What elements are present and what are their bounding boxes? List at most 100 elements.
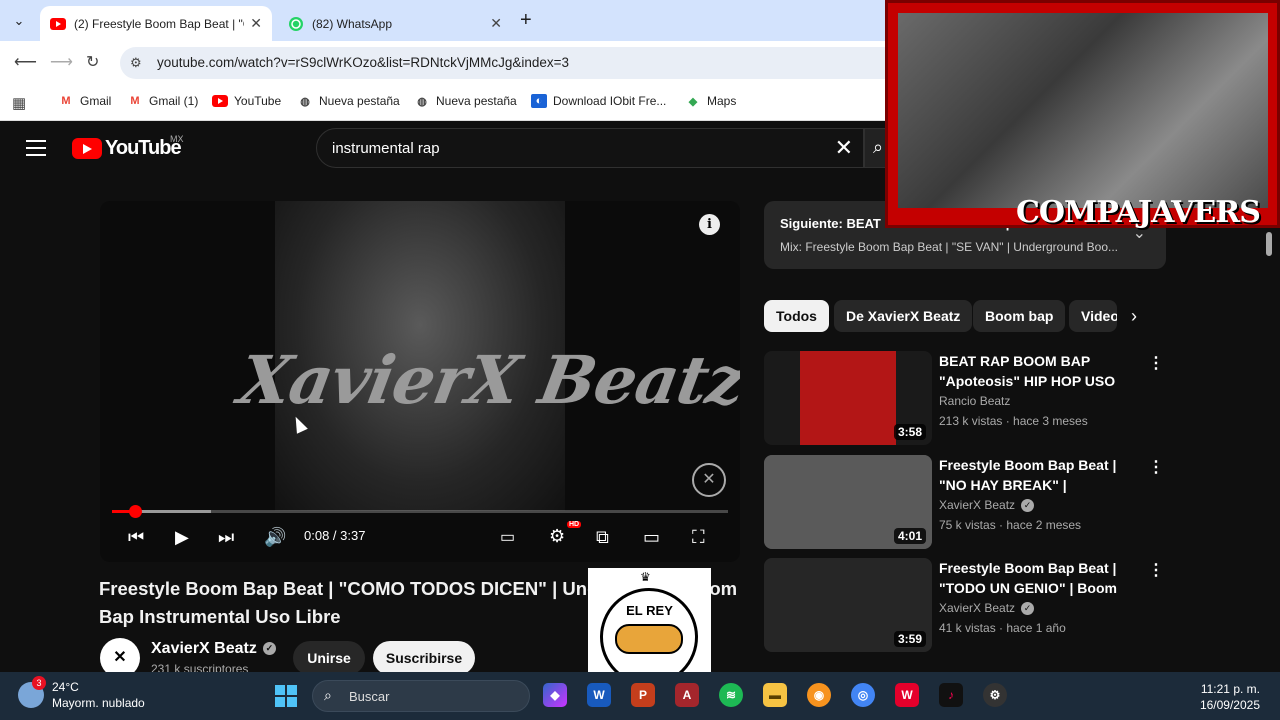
recommendation-meta: 75 k vistas · hace 2 meses: [939, 518, 1082, 532]
weather-widget[interactable]: 3 24°C Mayorm. nublado: [18, 676, 145, 710]
windows-start-icon[interactable]: [275, 685, 297, 707]
bookmark-nueva-pestana-2[interactable]: ◍ Nueva pestaña: [414, 94, 517, 108]
video-brand-text: XavierX Beatz: [233, 341, 740, 419]
browser-icon[interactable]: ◉: [807, 683, 831, 707]
whatsapp-icon: [288, 16, 304, 32]
file-explorer-icon[interactable]: ▬: [763, 683, 787, 707]
forward-icon[interactable]: ⟶: [50, 52, 73, 72]
bookmark-maps[interactable]: ◆ Maps: [685, 94, 737, 108]
app-icon[interactable]: ⚙: [983, 683, 1007, 707]
verified-icon: ✓: [262, 642, 276, 656]
taskbar-search[interactable]: ⌕ Buscar: [312, 680, 530, 712]
bookmark-iobit[interactable]: ◐ Download IObit Fre...: [531, 94, 666, 108]
channel-name[interactable]: XavierX Beatz ✓: [151, 640, 276, 658]
duration-badge: 3:58: [893, 424, 926, 440]
recommendation-channel: Rancio Beatz: [939, 394, 1011, 408]
site-info-icon[interactable]: ⚙: [130, 55, 142, 71]
powerpoint-icon[interactable]: P: [631, 683, 655, 707]
join-button[interactable]: Unirse: [293, 641, 365, 675]
sponsor-name: EL REY: [626, 603, 673, 618]
duration-badge: 3:59: [893, 631, 926, 647]
tab-youtube[interactable]: (2) Freestyle Boom Bap Beat | "C ✕: [40, 6, 272, 41]
chip-de-xavierx[interactable]: De XavierX Beatz: [834, 300, 973, 332]
reload-icon[interactable]: ↻: [86, 52, 99, 72]
recommendation-item[interactable]: 3:58 BEAT RAP BOOM BAP "Apoteosis" HIP H…: [764, 351, 1166, 447]
search-input[interactable]: instrumental rap ✕: [316, 128, 864, 168]
country-code: MX: [170, 134, 184, 144]
clear-search-icon[interactable]: ✕: [835, 135, 853, 161]
windows-taskbar: 3 24°C Mayorm. nublado ⌕ Buscar ◆ W P A …: [0, 672, 1280, 720]
more-options-icon[interactable]: ⋮: [1148, 560, 1164, 580]
video-thumbnail[interactable]: 3:59: [764, 558, 932, 652]
next-up-mix: Mix: Freestyle Boom Bap Beat | "SE VAN" …: [780, 240, 1119, 254]
url-field[interactable]: ⚙ youtube.com/watch?v=rS9clWrKOzo&list=R…: [120, 47, 900, 79]
progress-bar[interactable]: [112, 505, 728, 518]
taskbar-search-placeholder: Buscar: [349, 689, 390, 704]
theater-mode-icon[interactable]: ▭: [643, 527, 660, 548]
next-icon[interactable]: ⏭: [218, 527, 234, 548]
video-thumbnail[interactable]: 3:58: [764, 351, 932, 445]
channel-watermark[interactable]: ✕: [692, 463, 726, 497]
iobit-icon: ◐: [531, 94, 547, 108]
tab-title: (2) Freestyle Boom Bap Beat | "C: [74, 16, 245, 31]
close-tab-icon[interactable]: ✕: [490, 15, 502, 32]
previous-icon[interactable]: ⏮: [128, 527, 144, 548]
notification-badge: 3: [32, 676, 46, 690]
bookmark-nueva-pestana[interactable]: ◍ Nueva pestaña: [297, 94, 400, 108]
verified-icon: ✓: [1021, 602, 1035, 616]
recommendation-title: Freestyle Boom Bap Beat | "TODO UN GENIO…: [939, 560, 1117, 596]
subtitles-icon[interactable]: ▭: [500, 527, 515, 547]
tab-title: (82) WhatsApp: [312, 16, 393, 31]
settings-icon[interactable]: ⚙: [549, 526, 565, 547]
miniplayer-icon[interactable]: ⧉: [596, 527, 609, 548]
fullscreen-icon[interactable]: ⛶: [692, 527, 705, 548]
weather-desc: Mayorm. nublado: [52, 696, 145, 710]
chip-boom-bap[interactable]: Boom bap: [973, 300, 1066, 332]
bookmark-gmail[interactable]: M Gmail: [58, 94, 111, 108]
recommendation-item[interactable]: 4:01 Freestyle Boom Bap Beat | "NO HAY B…: [764, 455, 1166, 551]
info-icon[interactable]: i: [699, 214, 720, 235]
search-icon: ⌕: [324, 687, 332, 703]
video-player[interactable]: XavierX Beatz i ✕ ⏮ ▶ ⏭ 🔊 0:08 / 3:37 ▭ …: [100, 201, 740, 562]
close-tab-icon[interactable]: ✕: [250, 15, 262, 32]
more-options-icon[interactable]: ⋮: [1148, 457, 1164, 477]
scrollbar[interactable]: [1266, 232, 1272, 256]
new-tab-icon[interactable]: +: [520, 9, 532, 32]
youtube-play-icon: [72, 138, 102, 159]
hd-badge: HD: [567, 521, 582, 528]
globe-icon: ◍: [417, 95, 427, 108]
chip-todos[interactable]: Todos: [764, 300, 829, 332]
youtube-logo[interactable]: YouTube MX: [72, 134, 184, 160]
spotify-icon[interactable]: ≋: [719, 683, 743, 707]
chrome-icon[interactable]: ◎: [851, 683, 875, 707]
tab-search-dropdown[interactable]: ⌄: [6, 8, 32, 34]
chip-videos[interactable]: Videos: [1069, 300, 1117, 332]
system-clock[interactable]: 11:21 p. m. 16/09/2025: [1200, 681, 1260, 713]
bookmark-gmail-1[interactable]: M Gmail (1): [127, 94, 198, 108]
chevron-right-icon[interactable]: ›: [1131, 306, 1137, 327]
tab-whatsapp[interactable]: (82) WhatsApp ✕: [278, 6, 512, 41]
recommendation-channel: XavierX Beatz ✓: [939, 498, 1035, 513]
more-options-icon[interactable]: ⋮: [1148, 353, 1164, 373]
subscribe-button[interactable]: Suscribirse: [373, 641, 475, 675]
youtube-icon: [50, 16, 66, 32]
webcam-overlay: COMPAJAVERS: [885, 0, 1280, 230]
word-icon[interactable]: W: [587, 683, 611, 707]
time-display: 0:08 / 3:37: [304, 528, 366, 543]
tiktok-icon[interactable]: ♪: [939, 683, 963, 707]
verified-icon: ✓: [1021, 499, 1035, 513]
clock-time: 11:21 p. m.: [1200, 682, 1260, 696]
copilot-icon[interactable]: ◆: [543, 683, 567, 707]
play-icon[interactable]: ▶: [175, 527, 189, 548]
bookmark-youtube[interactable]: YouTube: [212, 94, 281, 108]
sandwich-icon: [615, 624, 683, 654]
volume-icon[interactable]: 🔊: [264, 527, 286, 548]
wps-office-icon[interactable]: W: [895, 683, 919, 707]
scrubber-handle[interactable]: [128, 505, 142, 518]
access-icon[interactable]: A: [675, 683, 699, 707]
recommendation-item[interactable]: 3:59 Freestyle Boom Bap Beat | "TODO UN …: [764, 558, 1166, 654]
back-icon[interactable]: ⟵: [14, 52, 37, 72]
menu-icon[interactable]: [26, 140, 46, 156]
video-thumbnail[interactable]: 4:01: [764, 455, 932, 549]
apps-grid-icon[interactable]: ▦: [12, 94, 26, 112]
